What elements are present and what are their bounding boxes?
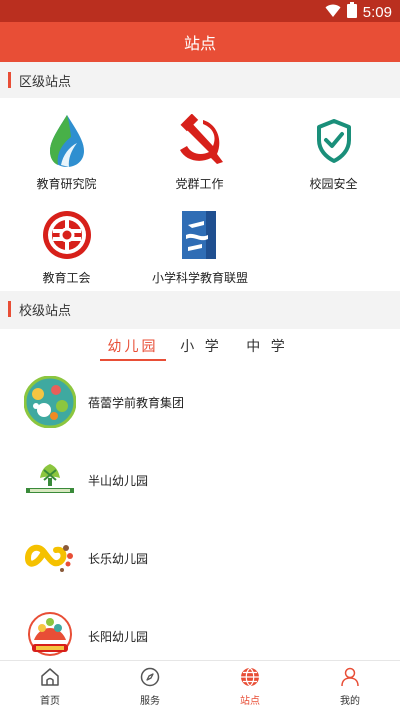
site-label: 党群工作: [175, 177, 224, 191]
tab-middle-school[interactable]: 中 学: [236, 329, 298, 363]
shield-check-icon: [306, 113, 362, 169]
school-name: 蓓蕾学前教育集团: [88, 395, 185, 410]
tab-kindergarten[interactable]: 幼儿园: [100, 329, 166, 363]
nav-label: 首页: [40, 696, 60, 707]
nav-home[interactable]: 首页: [0, 661, 100, 711]
wifi-icon: [325, 3, 341, 22]
site-label: 教育工会: [42, 271, 91, 285]
changle-logo: [24, 532, 76, 584]
union-emblem-icon: [39, 207, 95, 263]
section-accent-bar: [8, 72, 11, 88]
site-tile-party-work[interactable]: 党群工作: [133, 103, 266, 195]
nav-services[interactable]: 服务: [100, 661, 200, 711]
battery-icon: [346, 2, 357, 22]
app-title-bar: 站点: [0, 22, 400, 62]
school-section-header: 校级站点: [0, 291, 400, 327]
list-item[interactable]: 长乐幼儿园: [0, 519, 400, 597]
district-section-header: 区级站点: [0, 62, 400, 98]
site-tile-education-union[interactable]: 教育工会: [0, 197, 133, 289]
district-sites-panel: 教育研究院 党群工作 校园安全 教育工会 小学科学教育联盟: [0, 98, 400, 291]
school-list: 蓓蕾学前教育集团 半山幼儿园 长乐幼儿园 长阳幼儿园: [0, 363, 400, 660]
school-section-title: 校级站点: [19, 303, 72, 319]
school-name: 长乐幼儿园: [88, 551, 149, 566]
site-label: 教育研究院: [36, 177, 97, 191]
changyang-logo: [24, 610, 76, 662]
list-item[interactable]: 蓓蕾学前教育集团: [0, 363, 400, 441]
site-label: 小学科学教育联盟: [151, 271, 248, 285]
bottom-navigation: 首页 服务 站点 我的: [0, 660, 400, 711]
active-tab-indicator: [100, 359, 166, 361]
list-item[interactable]: 半山幼儿园: [0, 441, 400, 519]
nav-sites[interactable]: 站点: [200, 661, 300, 711]
home-icon: [39, 666, 61, 688]
status-icons: 5:09: [325, 2, 392, 22]
status-bar: 5:09: [0, 0, 400, 22]
school-name: 半山幼儿园: [88, 473, 149, 488]
globe-icon: [239, 666, 261, 688]
beilei-logo: [24, 376, 76, 428]
science-alliance-icon: [172, 207, 228, 263]
compass-icon: [139, 666, 161, 688]
page-title: 站点: [183, 34, 216, 53]
school-level-tabs: 幼儿园 小 学 中 学: [0, 329, 400, 363]
nav-label: 站点: [240, 696, 260, 707]
user-icon: [339, 666, 361, 688]
nav-profile[interactable]: 我的: [300, 661, 400, 711]
tab-primary-school[interactable]: 小 学: [170, 329, 232, 363]
banshan-logo: [24, 454, 76, 506]
site-tile-campus-safety[interactable]: 校园安全: [267, 103, 400, 195]
nav-label: 我的: [340, 696, 360, 707]
site-tile-science-alliance[interactable]: 小学科学教育联盟: [118, 197, 282, 289]
party-emblem-icon: [172, 113, 228, 169]
site-tile-education-institute[interactable]: 教育研究院: [0, 103, 133, 195]
district-section-title: 区级站点: [19, 74, 72, 90]
status-time: 5:09: [362, 3, 392, 21]
nav-label: 服务: [140, 696, 160, 707]
section-accent-bar: [8, 301, 11, 317]
site-label: 校园安全: [309, 177, 358, 191]
education-institute-icon: [39, 113, 95, 169]
school-name: 长阳幼儿园: [88, 629, 149, 644]
